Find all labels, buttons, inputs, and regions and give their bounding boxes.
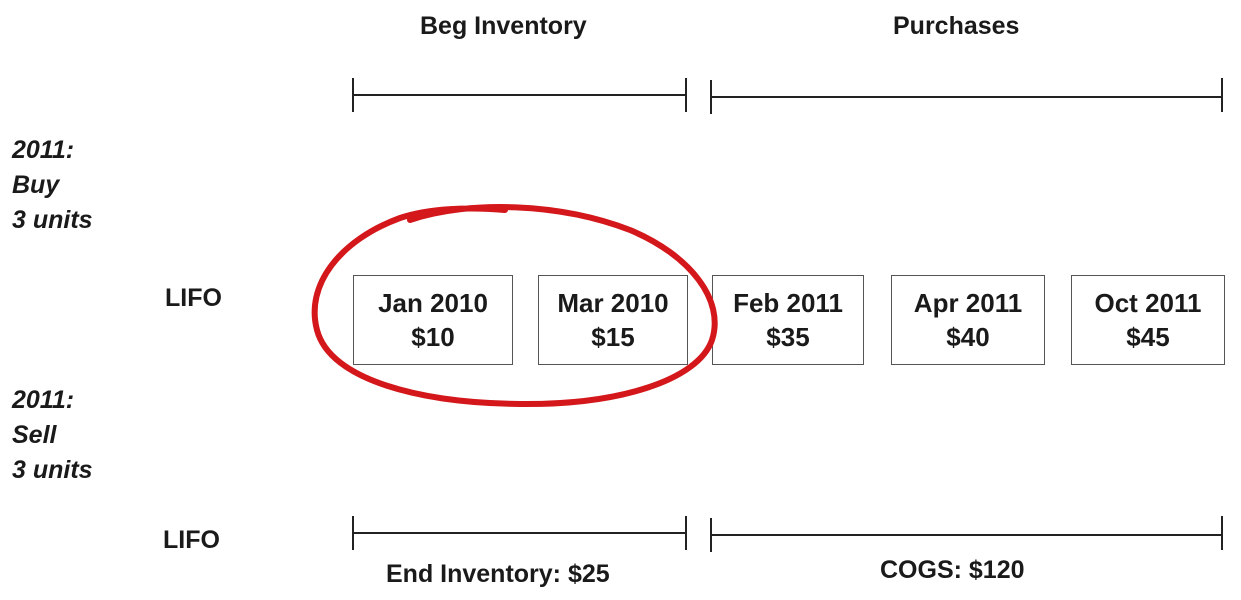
top-purchases-bracket bbox=[710, 78, 1223, 114]
purchases-header: Purchases bbox=[893, 12, 1020, 40]
bottom-end-inventory-bracket bbox=[352, 516, 687, 550]
box-price: $15 bbox=[591, 322, 635, 352]
inventory-box-apr-2011: Apr 2011 $40 bbox=[891, 275, 1045, 365]
box-price: $35 bbox=[766, 322, 810, 352]
buy-note-action: Buy bbox=[12, 171, 60, 199]
top-method-label: LIFO bbox=[165, 284, 222, 312]
sell-note: 2011: Sell 3 units bbox=[12, 383, 93, 488]
buy-note-units: 3 units bbox=[12, 206, 93, 234]
box-date: Jan 2010 bbox=[378, 288, 488, 318]
inventory-box-oct-2011: Oct 2011 $45 bbox=[1071, 275, 1225, 365]
end-inventory-label: End Inventory: $25 bbox=[386, 560, 610, 588]
box-price: $45 bbox=[1126, 322, 1170, 352]
sell-note-units: 3 units bbox=[12, 456, 93, 484]
box-date: Oct 2011 bbox=[1094, 288, 1202, 318]
sell-note-action: Sell bbox=[12, 421, 57, 449]
box-date: Apr 2011 bbox=[913, 288, 1023, 318]
buy-note-year: 2011: bbox=[12, 136, 75, 164]
bottom-method-label: LIFO bbox=[163, 526, 220, 554]
beg-inventory-header: Beg Inventory bbox=[420, 12, 587, 40]
top-beg-inventory-bracket bbox=[352, 78, 687, 112]
cogs-label: COGS: $120 bbox=[880, 556, 1025, 584]
inventory-box-mar-2010: Mar 2010 $15 bbox=[538, 275, 688, 365]
bottom-cogs-bracket bbox=[710, 516, 1223, 552]
sell-note-year: 2011: bbox=[12, 386, 75, 414]
box-price: $10 bbox=[411, 322, 455, 352]
inventory-box-jan-2010: Jan 2010 $10 bbox=[353, 275, 513, 365]
box-date: Mar 2010 bbox=[557, 288, 669, 318]
box-price: $40 bbox=[946, 322, 990, 352]
inventory-box-feb-2011: Feb 2011 $35 bbox=[712, 275, 864, 365]
box-date: Feb 2011 bbox=[733, 288, 843, 318]
buy-note: 2011: Buy 3 units bbox=[12, 133, 93, 238]
